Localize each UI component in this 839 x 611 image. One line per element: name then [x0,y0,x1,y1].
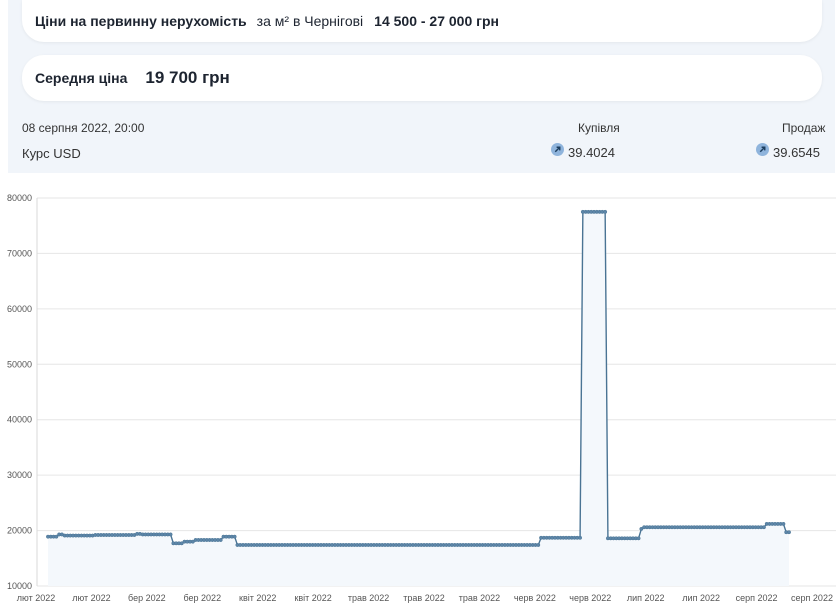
x-tick-label: квіт 2022 [239,593,276,603]
y-tick-label: 70000 [7,248,32,258]
y-tick-label: 20000 [7,526,32,536]
price-info-panel: Ціни на первинну нерухомість за м² в Чер… [8,0,835,173]
price-history-chart: 10000 20000 30000 40000 50000 60000 70000 80000… [7,193,836,603]
price-range-subtitle: за м² в Чернігові [256,13,364,29]
x-tick-label: трав 2022 [403,593,444,603]
x-tick-label: бер 2022 [183,593,221,603]
x-tick-label: лип 2022 [682,593,720,603]
rate-datetime: 08 серпня 2022, 20:00 [22,121,145,135]
y-tick-label: 40000 [7,415,32,425]
data-point[interactable] [536,543,541,547]
x-tick-label: серп 2022 [736,593,778,603]
data-point[interactable] [787,530,791,535]
rate-buy-value: 39.4024 [568,145,615,160]
price-range-value: 14 500 - 27 000 грн [374,13,499,29]
average-price-value: 19 700 грн [145,68,230,87]
x-tick-label: лют 2022 [17,593,55,603]
data-point[interactable] [603,209,608,214]
price-range-title: Ціни на первинну нерухомість [35,13,247,29]
data-point[interactable] [636,536,641,541]
x-tick-label: лют 2022 [72,593,110,603]
y-tick-label: 80000 [7,193,32,203]
x-tick-label: квіт 2022 [294,593,331,603]
data-point[interactable] [761,525,766,530]
y-tick-label: 60000 [7,304,32,314]
average-price-label: Середня ціна [35,70,128,86]
x-axis: лют 2022 лют 2022 бер 2022 бер 2022 квіт 202… [17,593,833,603]
arrow-up-right-icon [551,143,564,156]
rate-sell-value: 39.6545 [773,145,820,160]
y-tick-label: 10000 [7,581,32,591]
rate-buy-value-group: 39.4024 [551,143,615,160]
rate-currency-label: Курс USD [22,146,81,161]
series-price [46,209,791,587]
rate-sell-value-group: 39.6545 [756,143,820,160]
price-range-card: Ціни на первинну нерухомість за м² в Чер… [22,0,822,42]
x-tick-label: лип 2022 [627,593,665,603]
series-area [48,211,789,587]
y-axis: 10000 20000 30000 40000 50000 60000 70000 80000 [7,193,38,591]
x-tick-label: черв 2022 [514,593,556,603]
rate-buy-header: Купівля [578,121,620,135]
series-line [48,211,789,546]
y-tick-label: 50000 [7,359,32,369]
x-tick-label: трав 2022 [348,593,389,603]
y-tick-label: 30000 [7,470,32,480]
data-point[interactable] [781,521,786,526]
x-tick-label: серп 2022 [791,593,833,603]
average-price-card: Середня ціна 19 700 грн [22,55,822,101]
x-tick-label: черв 2022 [569,593,611,603]
rate-sell-header: Продаж [782,121,826,135]
data-point[interactable] [218,538,223,542]
data-point[interactable] [168,532,173,537]
data-point[interactable] [578,535,583,540]
x-tick-label: бер 2022 [128,593,166,603]
x-tick-label: трав 2022 [459,593,500,603]
arrow-up-right-icon [756,143,769,156]
data-point[interactable] [232,534,237,539]
